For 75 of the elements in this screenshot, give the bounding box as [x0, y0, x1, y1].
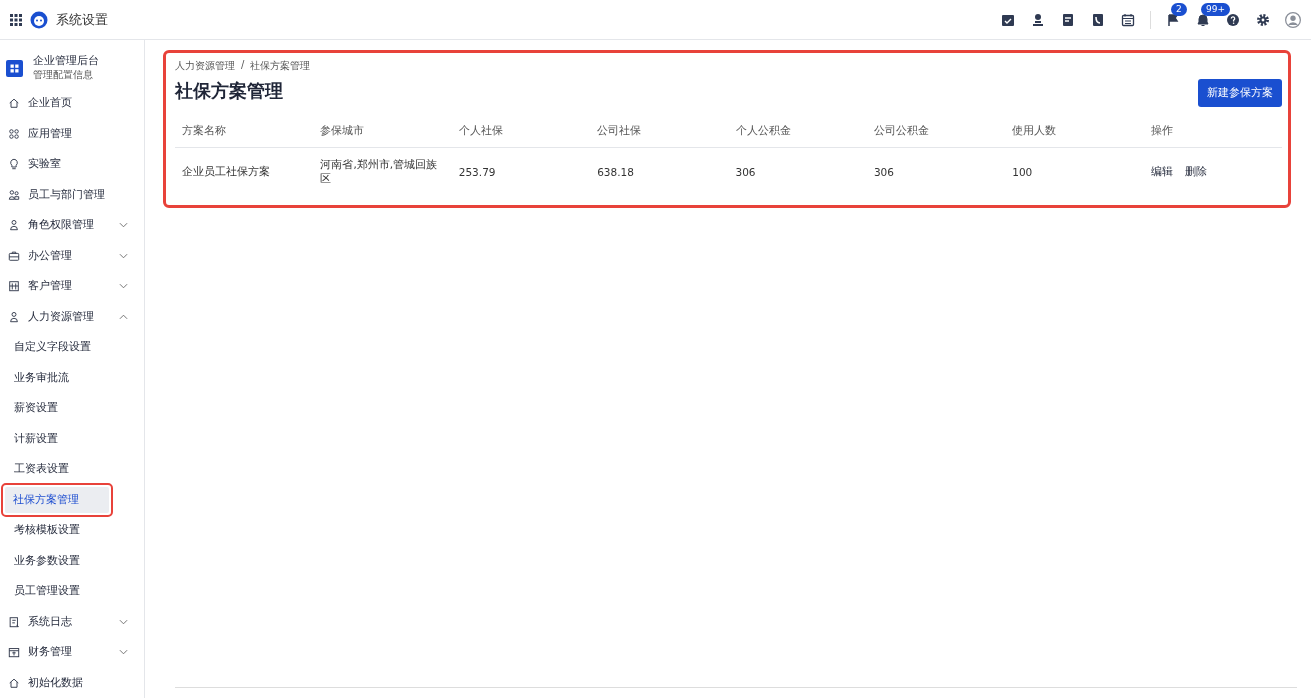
table-cell: 306	[728, 147, 867, 191]
people-icon	[8, 188, 20, 201]
app-title: 系统设置	[56, 10, 108, 29]
new-plan-button[interactable]: 新建参保方案	[1198, 79, 1282, 107]
logo-icon	[30, 10, 48, 29]
table-cell: 306	[866, 147, 1006, 191]
table-cell: 253.79	[451, 147, 591, 191]
case-icon	[8, 249, 20, 262]
help-icon[interactable]	[1225, 11, 1241, 28]
breadcrumb-item[interactable]: 人力资源管理	[175, 59, 235, 73]
column-header: 个人社保	[451, 115, 591, 148]
sidebar-item[interactable]: 客户管理	[28, 279, 111, 294]
sidebar-title: 企业管理后台	[33, 54, 99, 68]
sidebar-item[interactable]: 系统日志	[28, 614, 111, 629]
breadcrumb-item: 社保方案管理	[250, 59, 311, 73]
sidebar-item[interactable]: 应用管理	[28, 126, 136, 141]
column-header: 使用人数	[1005, 115, 1144, 148]
chevron-icon[interactable]	[119, 618, 128, 625]
document-icon[interactable]	[1060, 11, 1076, 28]
chevron-icon[interactable]	[119, 252, 128, 259]
sidebar-subitem[interactable]: 业务审批流	[6, 364, 110, 391]
sidebar-subitem[interactable]: 自定义字段设置	[6, 334, 110, 361]
chevron-icon[interactable]	[119, 649, 128, 656]
home-icon	[8, 676, 20, 689]
action-link[interactable]: 编辑	[1150, 165, 1173, 179]
column-header: 公司公积金	[866, 115, 1006, 148]
page-title: 社保方案管理	[175, 79, 283, 103]
apps-icon	[8, 127, 20, 140]
action-link[interactable]: 删除	[1184, 165, 1207, 179]
money-icon	[8, 646, 20, 659]
settings-icon[interactable]	[1255, 11, 1271, 28]
sidebar-subitem[interactable]: 社保方案管理	[5, 486, 109, 513]
column-header: 方案名称	[175, 115, 314, 148]
sidebar-item[interactable]: 人力资源管理	[28, 309, 111, 324]
sidebar-subitem[interactable]: 薪资设置	[6, 395, 110, 422]
building-icon	[8, 280, 20, 293]
sidebar-subtitle: 管理配置信息	[33, 68, 94, 82]
sidebar-subitem[interactable]: 员工管理设置	[6, 578, 110, 605]
chevron-icon[interactable]	[119, 313, 128, 320]
count-badge: 99+	[1201, 2, 1230, 16]
avatar-icon[interactable]	[1285, 11, 1301, 28]
table-cell: 100	[1005, 147, 1144, 191]
log-icon	[8, 615, 20, 628]
person-icon[interactable]	[1030, 11, 1046, 28]
sidebar-subitem[interactable]: 考核模板设置	[6, 517, 110, 544]
sidebar-item[interactable]: 员工与部门管理	[28, 187, 136, 202]
table-cell: 企业员工社保方案	[175, 147, 314, 191]
person-icon	[8, 219, 20, 232]
bulb-icon	[8, 158, 20, 171]
menu-icon[interactable]	[10, 13, 22, 26]
flag-icon[interactable]	[1165, 11, 1181, 28]
count-badge: 2	[1171, 2, 1187, 16]
calendar-icon[interactable]	[1120, 11, 1136, 28]
sidebar-item[interactable]: 财务管理	[28, 645, 111, 660]
sidebar-subitem[interactable]: 业务参数设置	[6, 547, 110, 574]
chevron-icon[interactable]	[119, 222, 128, 229]
dashboard-icon	[6, 59, 23, 77]
table-cell: 河南省,郑州市,管城回族区	[313, 147, 452, 191]
breadcrumb-separator: /	[241, 59, 245, 72]
chevron-icon[interactable]	[119, 283, 128, 290]
home-icon	[8, 97, 20, 110]
column-header: 个人公积金	[728, 115, 867, 148]
sidebar-item[interactable]: 角色权限管理	[28, 218, 111, 233]
phone-book-icon[interactable]	[1090, 11, 1106, 28]
sidebar-subitem[interactable]: 计薪设置	[6, 425, 110, 452]
sidebar-item[interactable]: 实验室	[28, 157, 136, 172]
sidebar-item[interactable]: 初始化数据	[28, 675, 136, 690]
sidebar-item[interactable]: 办公管理	[28, 248, 111, 263]
column-header: 操作	[1143, 115, 1282, 148]
sidebar-subitem[interactable]: 工资表设置	[6, 456, 110, 483]
person-icon	[8, 310, 20, 323]
table-cell: 638.18	[590, 147, 729, 191]
sidebar-item[interactable]: 企业首页	[28, 96, 136, 111]
column-header: 公司社保	[590, 115, 729, 148]
column-header: 参保城市	[313, 115, 452, 148]
